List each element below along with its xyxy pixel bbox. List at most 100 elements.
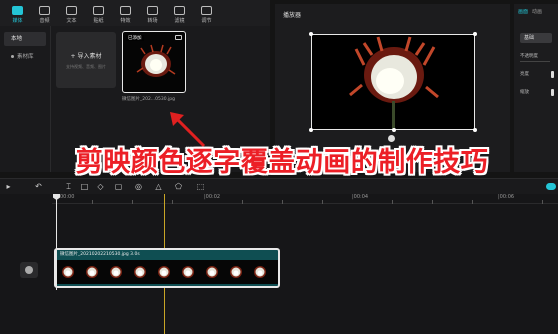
tool-filter[interactable]: 滤镜 [166, 2, 193, 26]
text-icon [66, 6, 77, 15]
tool-effects[interactable]: 特效 [112, 2, 139, 26]
media-thumbnail[interactable]: 已添加 [122, 31, 186, 93]
adjust-icon [201, 6, 212, 15]
sidebar-item-label: 本地 [11, 36, 23, 42]
tool-text[interactable]: 文本 [58, 2, 85, 26]
tool-label: 媒体 [12, 18, 23, 24]
ruler-label: |00:04 [352, 194, 369, 200]
mark-icon[interactable]: ◇ [96, 182, 105, 191]
transition-icon [147, 6, 158, 15]
top-toolbar: 媒体 音频 文本 贴纸 特效 转场 滤镜 调节 [0, 0, 270, 26]
cursor-icon[interactable]: ▸ [4, 182, 13, 191]
flower-frame-icon [86, 266, 98, 278]
brightness-row[interactable]: 亮度 [520, 71, 558, 79]
tab-picture[interactable]: 画面 [518, 8, 528, 15]
ruler-label: |00:02 [204, 194, 221, 200]
tool-label: 音频 [39, 18, 50, 24]
ruler-tick [432, 200, 433, 204]
sidebar-item-label: 素材库 [17, 54, 34, 60]
sidebar-item-library[interactable]: 素材库 [4, 50, 46, 64]
flower-frame-icon [62, 266, 74, 278]
import-hint: 支持视频、音频、图片 [66, 63, 106, 69]
warning-icon[interactable]: △ [154, 182, 163, 191]
time-ruler[interactable]: 00:00 |00:02 |00:04 |00:06 [52, 194, 558, 204]
clip-frame [200, 260, 224, 284]
tool-label: 文本 [66, 18, 77, 24]
clip-label: 微信图片_20210202210530.jpg 3.0s [60, 252, 140, 257]
opacity-label: 不透明度 [520, 54, 538, 59]
sticker-icon [93, 6, 104, 15]
slider-track[interactable] [520, 61, 550, 62]
magnet-toggle[interactable] [546, 183, 556, 190]
freeze-icon[interactable]: ◎ [134, 182, 143, 191]
tool-label: 转场 [147, 18, 158, 24]
tool-sticker[interactable]: 贴纸 [85, 2, 112, 26]
player-canvas[interactable] [309, 32, 477, 132]
rotate-icon[interactable]: ⬚ [196, 182, 205, 191]
delete-icon[interactable]: □ [80, 182, 89, 191]
resize-handle[interactable] [473, 32, 477, 36]
track-toggle-button[interactable] [20, 262, 38, 278]
flower-frame-icon [206, 266, 218, 278]
clip-frame [152, 260, 176, 284]
undo-icon[interactable]: ↶ [34, 182, 43, 191]
preview-icon [175, 35, 182, 40]
flower-frame-icon [230, 266, 242, 278]
added-badge: 已添加 [126, 35, 144, 41]
rotate-handle[interactable] [388, 135, 395, 142]
basic-button[interactable]: 基础 [520, 33, 552, 43]
split-icon[interactable]: ⌶ [64, 182, 73, 191]
clip-frame [128, 260, 152, 284]
ruler-label: 00:00 [60, 194, 75, 200]
media-sidebar: 本地 素材库 [4, 32, 46, 166]
ruler-tick [132, 200, 133, 204]
properties-panel: 画面 动画 基础 不透明度 亮度 缩放 [514, 4, 558, 172]
resize-handle[interactable] [309, 32, 313, 36]
scale-row[interactable]: 缩放 [520, 89, 558, 97]
video-clip[interactable]: 微信图片_20210202210530.jpg 3.0s [54, 248, 280, 288]
crop-icon[interactable]: ▢ [114, 182, 123, 191]
resize-handle[interactable] [309, 128, 313, 132]
ruler-tick [322, 200, 323, 204]
tool-transition[interactable]: 转场 [139, 2, 166, 26]
clip-frame [176, 260, 200, 284]
tool-label: 滤镜 [174, 18, 185, 24]
flower-preview-image [349, 36, 439, 129]
slider-knob[interactable] [551, 89, 554, 96]
tool-label: 贴纸 [93, 18, 104, 24]
import-media-button[interactable]: + 导入素材 支持视频、音频、图片 [56, 32, 116, 88]
tool-audio[interactable]: 音频 [31, 2, 58, 26]
opacity-row[interactable]: 不透明度 [520, 53, 558, 62]
media-icon [12, 6, 23, 15]
slider-knob[interactable] [551, 71, 554, 78]
tab-animation[interactable]: 动画 [532, 8, 542, 15]
clip-frames [56, 260, 280, 284]
import-label: + 导入素材 [70, 52, 102, 60]
tool-adjust[interactable]: 调节 [193, 2, 220, 26]
playhead[interactable] [56, 194, 57, 290]
ruler-tick [282, 200, 283, 204]
flower-frame-icon [254, 266, 266, 278]
resize-handle[interactable] [392, 128, 396, 132]
ruler-label: |00:06 [498, 194, 515, 200]
clip-frame [104, 260, 128, 284]
clip-frame [80, 260, 104, 284]
flower-frame-icon [158, 266, 170, 278]
flower-image [136, 44, 176, 77]
clip-frame [56, 260, 80, 284]
flower-frame-icon [182, 266, 194, 278]
timeline: 00:00 |00:02 |00:04 |00:06 微信图片_20210202… [0, 194, 558, 334]
tool-label: 调节 [201, 18, 212, 24]
flower-frame-icon [276, 264, 280, 280]
thumbnail-caption: 微信图片_202...0530.jpg [122, 97, 175, 102]
resize-handle[interactable] [473, 128, 477, 132]
tool-media[interactable]: 媒体 [4, 2, 31, 26]
divider [50, 26, 51, 172]
title-banner: 剪映颜色逐字覆盖动画的制作技巧 [75, 147, 489, 178]
ruler-tick [242, 200, 243, 204]
audio-icon [39, 6, 50, 15]
sidebar-item-local[interactable]: 本地 [4, 32, 46, 46]
brightness-label: 亮度 [520, 72, 529, 77]
clip-frame [272, 260, 280, 284]
mirror-icon[interactable]: ⬠ [174, 182, 183, 191]
